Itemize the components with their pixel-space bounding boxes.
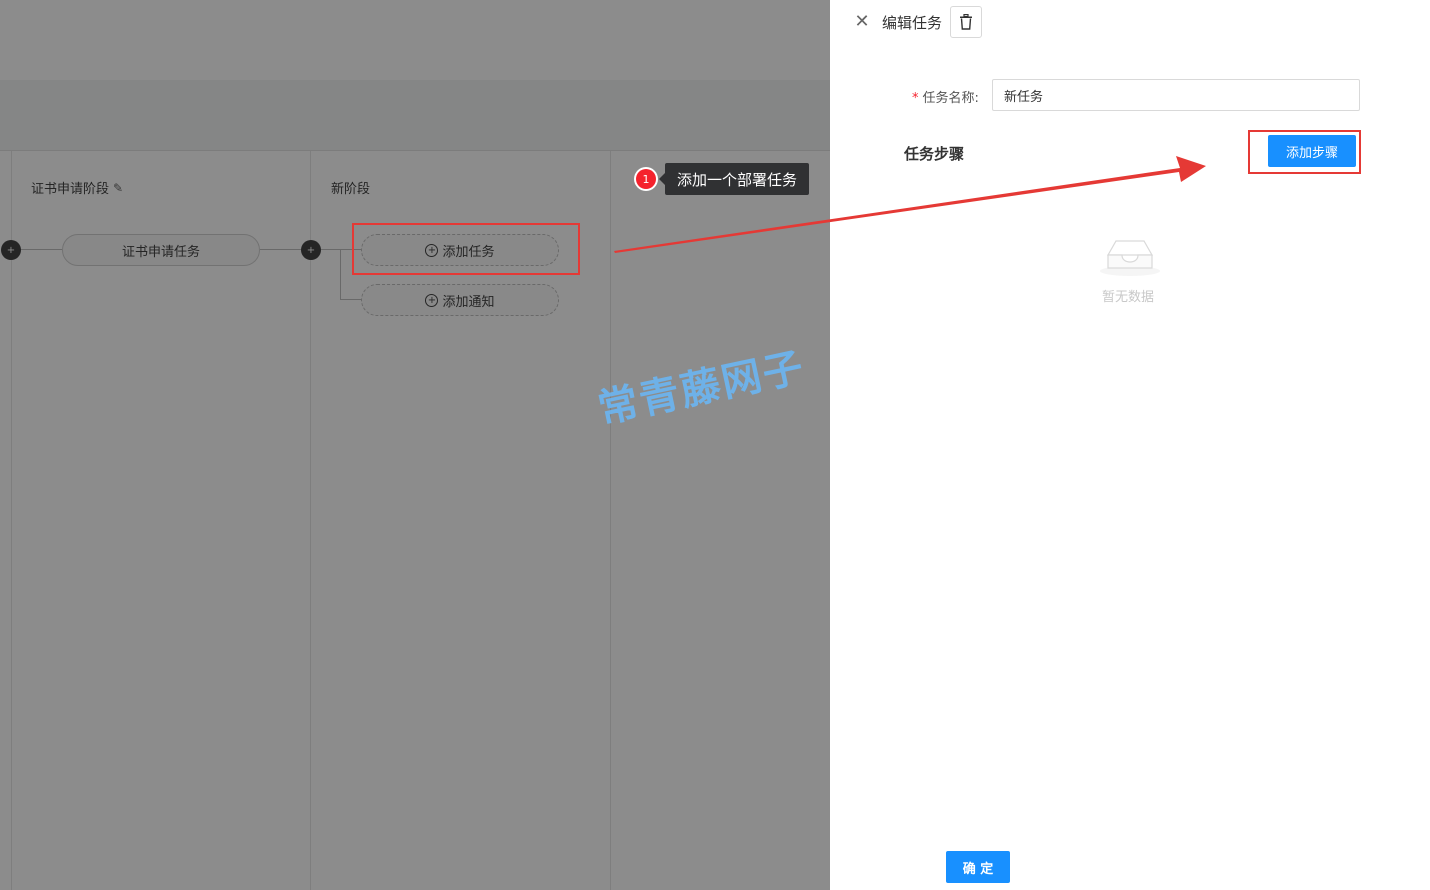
close-icon[interactable]: ✕	[852, 11, 872, 32]
tooltip-text: 添加一个部署任务	[677, 170, 798, 189]
empty-inbox-icon	[1100, 240, 1160, 276]
delete-button[interactable]	[950, 6, 982, 38]
task-name-label-text: 任务名称:	[922, 91, 979, 106]
task-steps-title: 任务步骤	[904, 145, 965, 163]
required-mark: *	[912, 91, 919, 106]
task-name-input[interactable]	[992, 79, 1360, 111]
tooltip: 添加一个部署任务	[658, 163, 810, 195]
step-badge: 1	[636, 169, 656, 189]
drawer-title: 编辑任务	[882, 14, 943, 32]
confirm-button[interactable]: 确 定	[946, 851, 1010, 883]
trash-icon	[960, 14, 972, 30]
highlight-box-add-task	[352, 223, 580, 275]
add-step-button[interactable]: 添加步骤	[1268, 135, 1356, 167]
modal-mask[interactable]	[0, 0, 830, 890]
task-name-label: * 任务名称:	[912, 87, 979, 106]
empty-text: 暂无数据	[1102, 290, 1155, 305]
